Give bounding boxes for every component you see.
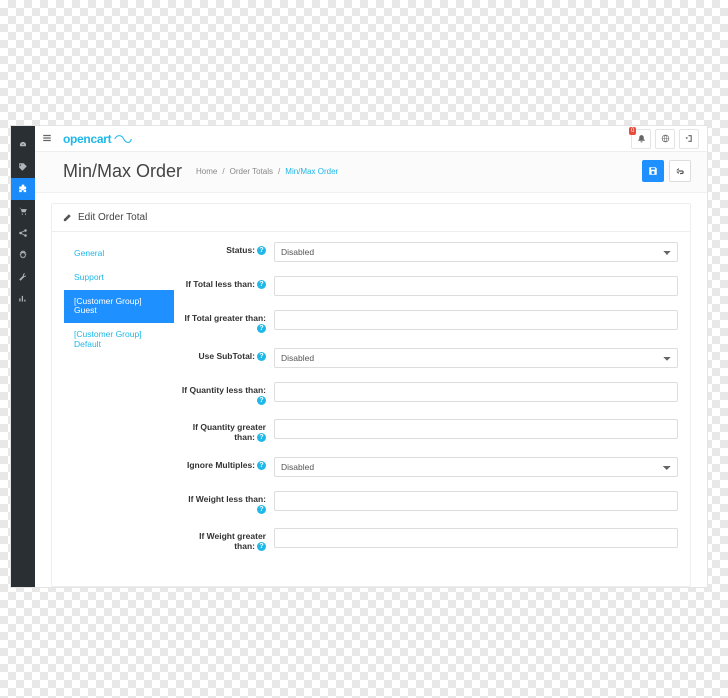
- main-area: opencart 0 Min/Max Order Home/ Order Tot…: [35, 126, 707, 587]
- crumb-home[interactable]: Home: [196, 167, 217, 176]
- weight-less-input[interactable]: [274, 491, 678, 511]
- store-button[interactable]: [655, 129, 675, 149]
- page-header: Min/Max Order Home/ Order Totals/ Min/Ma…: [35, 152, 707, 193]
- panel: Edit Order Total General Support [Custom…: [51, 203, 691, 587]
- label-qty-less: If Quantity less than:?: [180, 382, 266, 406]
- tab-customer-group-default[interactable]: [Customer Group] Default: [64, 323, 174, 357]
- panel-body: General Support [Customer Group] Guest […: [52, 232, 690, 562]
- rail-share[interactable]: [11, 222, 35, 244]
- crumb-order-totals[interactable]: Order Totals: [230, 167, 273, 176]
- help-icon[interactable]: ?: [257, 246, 266, 255]
- help-icon[interactable]: ?: [257, 324, 266, 333]
- back-icon: [675, 166, 685, 176]
- form: Status:? Disabled If Total less than:? I…: [180, 242, 678, 552]
- header-actions: [642, 160, 691, 182]
- label-status: Status:?: [180, 242, 266, 256]
- side-tabs: General Support [Customer Group] Guest […: [64, 242, 174, 552]
- page-title: Min/Max Order: [63, 161, 182, 182]
- tab-general[interactable]: General: [64, 242, 174, 266]
- rail-system[interactable]: [11, 244, 35, 266]
- label-subtotal: Use SubTotal:?: [180, 348, 266, 362]
- panel-heading: Edit Order Total: [52, 204, 690, 232]
- label-total-greater: If Total greater than:?: [180, 310, 266, 334]
- ignore-multiples-select[interactable]: Disabled: [274, 457, 678, 477]
- rail-extensions[interactable]: [11, 178, 35, 200]
- help-icon[interactable]: ?: [257, 542, 266, 551]
- rail-tools[interactable]: [11, 266, 35, 288]
- crumb-current[interactable]: Min/Max Order: [285, 167, 338, 176]
- bell-icon: [637, 134, 646, 143]
- brand-logo[interactable]: opencart: [63, 132, 132, 146]
- label-weight-greater: If Weight greater than:?: [180, 528, 266, 552]
- sidebar-rail: [11, 126, 35, 587]
- menu-toggle-icon[interactable]: [42, 133, 52, 145]
- tab-support[interactable]: Support: [64, 266, 174, 290]
- save-button[interactable]: [642, 160, 664, 182]
- total-greater-input[interactable]: [274, 310, 678, 330]
- pencil-icon: [62, 213, 72, 223]
- status-select[interactable]: Disabled: [274, 242, 678, 262]
- rail-catalog[interactable]: [11, 156, 35, 178]
- logout-icon: [685, 134, 694, 143]
- label-total-less: If Total less than:?: [180, 276, 266, 290]
- help-icon[interactable]: ?: [257, 433, 266, 442]
- globe-icon: [661, 134, 670, 143]
- tab-customer-group-guest[interactable]: [Customer Group] Guest: [64, 290, 174, 324]
- help-icon[interactable]: ?: [257, 280, 266, 289]
- qty-greater-input[interactable]: [274, 419, 678, 439]
- label-ignore-multiples: Ignore Multiples:?: [180, 457, 266, 471]
- rail-dashboard[interactable]: [11, 134, 35, 156]
- notifications-badge: 0: [629, 127, 636, 135]
- app-window: opencart 0 Min/Max Order Home/ Order Tot…: [10, 125, 708, 588]
- breadcrumb: Home/ Order Totals/ Min/Max Order: [196, 167, 338, 176]
- save-icon: [648, 166, 658, 176]
- logout-button[interactable]: [679, 129, 699, 149]
- help-icon[interactable]: ?: [257, 461, 266, 470]
- back-button[interactable]: [669, 160, 691, 182]
- subtotal-select[interactable]: Disabled: [274, 348, 678, 368]
- rail-sales[interactable]: [11, 200, 35, 222]
- notifications-button[interactable]: 0: [631, 129, 651, 149]
- help-icon[interactable]: ?: [257, 505, 266, 514]
- help-icon[interactable]: ?: [257, 396, 266, 405]
- total-less-input[interactable]: [274, 276, 678, 296]
- weight-greater-input[interactable]: [274, 528, 678, 548]
- help-icon[interactable]: ?: [257, 352, 266, 361]
- qty-less-input[interactable]: [274, 382, 678, 402]
- label-weight-less: If Weight less than:?: [180, 491, 266, 515]
- topbar: opencart 0: [35, 126, 707, 152]
- label-qty-greater: If Quantity greater than:?: [180, 419, 266, 443]
- panel-title: Edit Order Total: [78, 212, 147, 223]
- rail-reports[interactable]: [11, 288, 35, 310]
